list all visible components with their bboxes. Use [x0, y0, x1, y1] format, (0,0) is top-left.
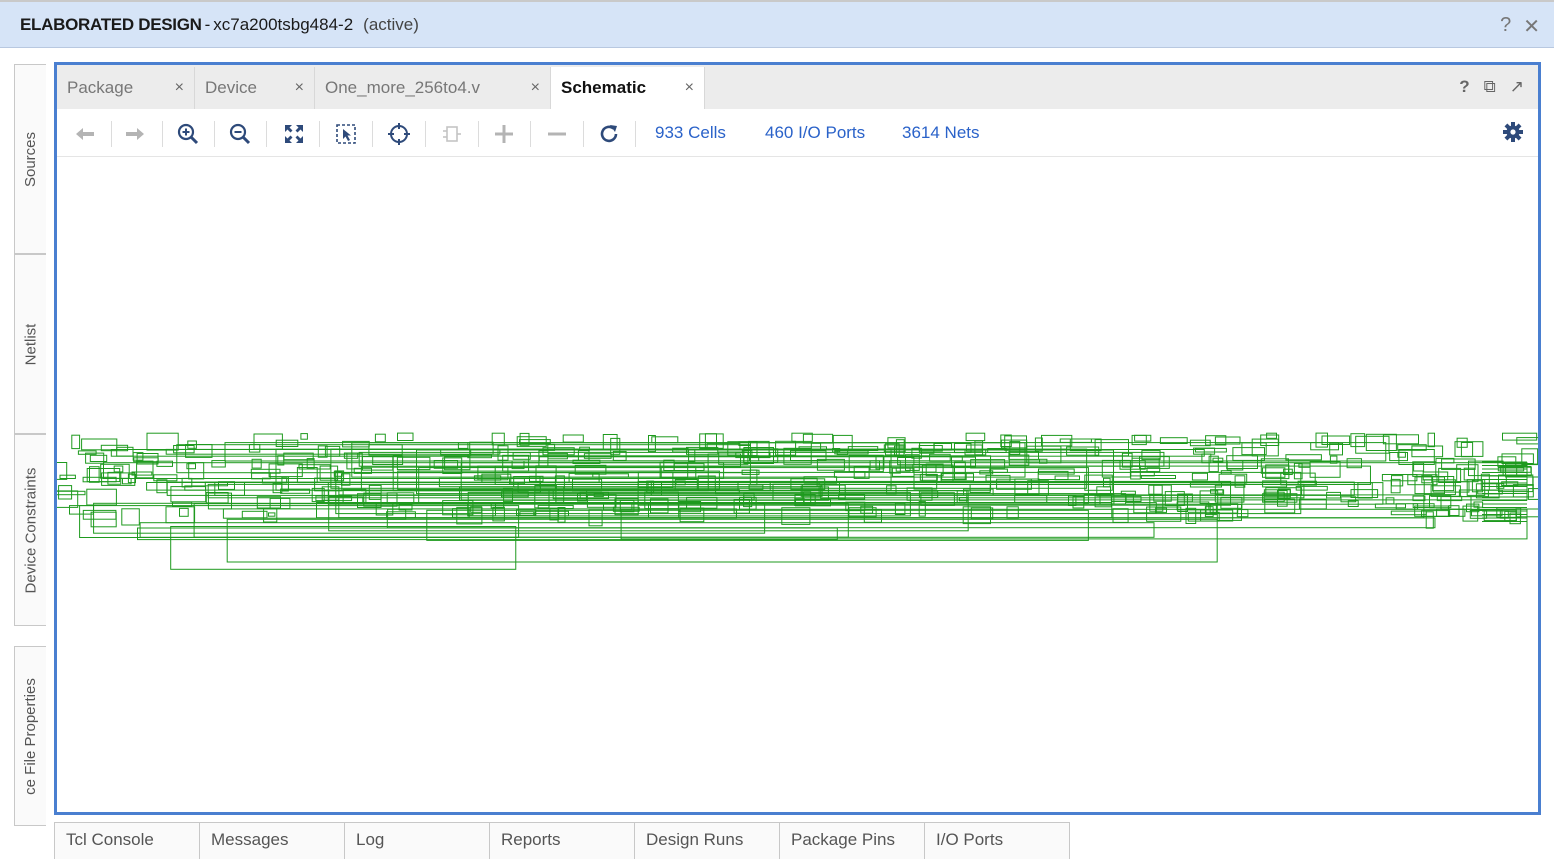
design-header: ELABORATED DESIGN - xc7a200tsbg484-2 (ac… [0, 0, 1554, 48]
nets-count-link[interactable]: 3614 Nets [902, 123, 980, 143]
close-tab-icon[interactable]: × [685, 79, 694, 97]
left-sidebar: Sources Netlist Device Constraints ce Fi… [0, 48, 48, 859]
tab-device[interactable]: Device × [195, 67, 315, 109]
sidebar-tab-file-properties[interactable]: ce File Properties [14, 646, 46, 826]
zoom-area-icon[interactable] [331, 119, 361, 149]
tab-package[interactable]: Package × [57, 67, 195, 109]
title-separator: - [204, 14, 211, 34]
io-ports-count-link[interactable]: 460 I/O Ports [765, 123, 865, 143]
close-tab-icon[interactable]: × [295, 79, 304, 97]
forward-icon[interactable] [120, 119, 150, 149]
zoom-out-icon[interactable] [225, 119, 255, 149]
zoom-fit-icon[interactable] [279, 119, 309, 149]
tab-reports[interactable]: Reports [489, 822, 635, 859]
cells-count-link[interactable]: 933 Cells [655, 123, 726, 143]
tab-strip: Package × Device × One_more_256to4.v × S… [57, 65, 1538, 109]
close-icon[interactable]: ✕ [1523, 14, 1540, 39]
close-tab-icon[interactable]: × [531, 79, 540, 97]
schematic-nets [46, 432, 1553, 570]
zoom-in-icon[interactable] [173, 119, 203, 149]
sidebar-tab-netlist[interactable]: Netlist [14, 254, 46, 434]
float-window-icon[interactable]: ↗ [1510, 77, 1524, 97]
panel-help-icon[interactable]: ? [1459, 77, 1469, 97]
tab-schematic[interactable]: Schematic × [551, 67, 705, 109]
restore-icon[interactable]: ⧉ [1484, 77, 1496, 97]
gear-icon[interactable] [1502, 121, 1524, 148]
design-title: ELABORATED DESIGN [20, 14, 202, 34]
instance-icon[interactable] [437, 119, 467, 149]
schematic-toolbar: 933 Cells 460 I/O Ports 3614 Nets [57, 109, 1538, 157]
bottom-tab-bar: Tcl Console Messages Log Reports Design … [54, 822, 1070, 859]
design-state: (active) [363, 14, 419, 34]
tab-design-runs[interactable]: Design Runs [634, 822, 780, 859]
tab-one-more-256to4[interactable]: One_more_256to4.v × [315, 67, 551, 109]
schematic-canvas[interactable] [46, 157, 1553, 812]
part-name: xc7a200tsbg484-2 [213, 14, 354, 34]
schematic-diagram[interactable] [46, 157, 1553, 812]
tab-package-pins[interactable]: Package Pins [779, 822, 925, 859]
help-icon[interactable]: ? [1500, 14, 1511, 39]
collapse-icon[interactable] [542, 119, 572, 149]
tab-io-ports[interactable]: I/O Ports [924, 822, 1070, 859]
tab-messages[interactable]: Messages [199, 822, 345, 859]
back-icon[interactable] [70, 119, 100, 149]
sidebar-tab-sources[interactable]: Sources [14, 64, 46, 254]
tab-tcl-console[interactable]: Tcl Console [54, 822, 200, 859]
sidebar-tab-device-constraints[interactable]: Device Constraints [14, 434, 46, 626]
tab-log[interactable]: Log [344, 822, 490, 859]
expand-icon[interactable] [489, 119, 519, 149]
close-tab-icon[interactable]: × [175, 79, 184, 97]
schematic-panel: Package × Device × One_more_256to4.v × S… [46, 62, 1553, 815]
select-area-icon[interactable] [384, 119, 414, 149]
refresh-icon[interactable] [594, 119, 624, 149]
